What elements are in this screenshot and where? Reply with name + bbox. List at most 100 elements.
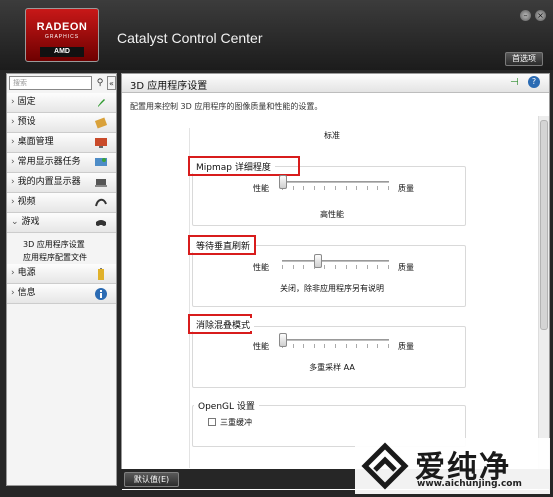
sidebar-item-video[interactable]: › 视频 (7, 193, 116, 213)
info-icon (95, 288, 107, 300)
chevron-right-icon: › (11, 288, 15, 298)
search-icon[interactable]: ⚲ (94, 76, 106, 90)
vsync-left-label: 性能 (253, 263, 269, 272)
help-icon[interactable]: ? (528, 76, 540, 88)
logo-graphics-text: GRAPHICS (44, 34, 80, 40)
preferences-button[interactable]: 首选项 (505, 52, 543, 66)
vsync-title: 等待垂直刷新 (192, 239, 255, 252)
content-scrollbar[interactable] (538, 116, 549, 490)
monitor-icon (95, 158, 107, 166)
slider-tick (313, 344, 315, 348)
slider-tick (377, 265, 379, 269)
slider-tick (388, 265, 389, 269)
sidebar-item-display-tasks[interactable]: › 常用显示器任务 (7, 153, 116, 173)
watermark-logo-icon (361, 442, 409, 490)
sidebar-item-gaming[interactable]: ⌄ 游戏 (7, 213, 116, 233)
slider-tick (303, 186, 305, 190)
close-icon[interactable]: × (535, 10, 546, 21)
sidebar-item-label: 固定 (17, 97, 36, 107)
sidebar-item-label: 我的内置显示器 (17, 177, 81, 187)
sidebar-item-label: 游戏 (21, 217, 40, 227)
collapse-sidebar-button[interactable]: « (107, 76, 116, 90)
sidebar-item-built-in-display[interactable]: › 我的内置显示器 (7, 173, 116, 193)
slider-tick (366, 265, 368, 269)
slider-tick (366, 344, 368, 348)
slider-tick (292, 265, 294, 269)
slider-tick (388, 344, 389, 348)
triple-buffering-checkbox[interactable] (208, 418, 216, 426)
sidebar-item-desktop[interactable]: › 桌面管理 (7, 133, 116, 153)
slider-tick (303, 344, 305, 348)
chevron-down-icon: ⌄ (11, 217, 19, 227)
pin-panel-icon[interactable]: ⊣ (510, 77, 519, 88)
slider-tick (356, 265, 358, 269)
chevron-right-icon: › (11, 157, 15, 167)
vsync-slider-track (282, 260, 389, 262)
chevron-right-icon: › (11, 137, 15, 147)
vsync-right-label: 质量 (398, 263, 414, 272)
defaults-button[interactable]: 默认值(E) (124, 472, 179, 487)
app-window: RADEON GRAPHICS AMD Catalyst Control Cen… (0, 0, 553, 497)
antialias-value: 多重采样 AA (309, 363, 355, 372)
app-title: Catalyst Control Center (117, 30, 263, 46)
slider-tick (345, 344, 347, 348)
desktop-icon (95, 138, 107, 148)
slider-tick (335, 344, 336, 348)
slider-tick (356, 344, 358, 348)
divider (189, 128, 190, 468)
mipmap-right-label: 质量 (398, 184, 414, 193)
sidebar-item-label: 桌面管理 (17, 137, 54, 147)
antialias-slider-thumb[interactable] (279, 333, 287, 347)
sidebar-item-label: 视频 (17, 197, 36, 207)
mipmap-title: Mipmap 详细程度 (192, 160, 275, 173)
sidebar-item-label: 电源 (17, 268, 36, 278)
chevron-right-icon: › (11, 177, 15, 187)
slider-tick (324, 344, 326, 348)
settings-content: 标准 Mipmap 详细程度 性能 质量 高性能 等待垂直刷新 性能 质量 关闭… (122, 116, 549, 490)
vsync-slider-thumb[interactable] (314, 254, 323, 268)
slider-tick (303, 265, 305, 269)
laptop-icon (95, 179, 107, 187)
slider-tick (335, 186, 336, 190)
title-bar: RADEON GRAPHICS AMD Catalyst Control Cen… (0, 0, 553, 70)
chevron-right-icon: › (11, 268, 15, 278)
battery-icon (98, 268, 104, 280)
scrollbar-thumb[interactable] (540, 120, 548, 330)
antialias-ticks (282, 344, 389, 349)
sidebar-item-presets[interactable]: › 预设 (7, 113, 116, 133)
gamepad-icon (96, 220, 106, 226)
page-description: 配置用来控制 3D 应用程序的图像质量和性能的设置。 (130, 102, 323, 111)
top-setting-value: 标准 (324, 131, 340, 140)
video-icon (95, 198, 107, 207)
vsync-ticks (282, 265, 389, 270)
antialias-group (192, 326, 466, 388)
main-header: 3D 应用程序设置 (122, 74, 549, 93)
slider-tick (345, 186, 347, 190)
slider-tick (345, 265, 347, 269)
sidebar-item-information[interactable]: › 信息 (7, 284, 116, 304)
sidebar-item-pinned[interactable]: › 固定 (7, 93, 116, 113)
minimize-icon[interactable]: – (520, 10, 531, 21)
vsync-value: 关闭，除非应用程序另有说明 (280, 284, 384, 293)
watermark-url: www.aichunjing.com (417, 479, 522, 489)
logo-radeon-text: RADEON (36, 21, 88, 33)
slider-tick (324, 265, 326, 269)
slider-tick (377, 344, 379, 348)
mipmap-ticks (282, 186, 389, 191)
sidebar-subitem-3d-settings[interactable]: 3D 应用程序设置 (23, 239, 85, 250)
chevron-right-icon: › (11, 197, 15, 207)
logo-amd-text: AMD (40, 47, 84, 57)
sidebar-subitem-app-profiles[interactable]: 应用程序配置文件 (23, 252, 87, 263)
antialias-right-label: 质量 (398, 342, 414, 351)
antialias-left-label: 性能 (253, 342, 269, 351)
preset-icon (94, 117, 108, 129)
slider-tick (388, 186, 389, 190)
mipmap-slider-thumb[interactable] (279, 175, 287, 189)
slider-tick (292, 344, 294, 348)
watermark: 爱纯净 www.aichunjing.com (355, 438, 550, 494)
sidebar-item-label: 信息 (17, 288, 36, 298)
search-input[interactable]: 搜索 (9, 76, 92, 90)
slider-tick (282, 265, 283, 269)
sidebar-item-power[interactable]: › 电源 (7, 264, 116, 284)
main-panel: 3D 应用程序设置 配置用来控制 3D 应用程序的图像质量和性能的设置。 标准 … (121, 73, 550, 490)
